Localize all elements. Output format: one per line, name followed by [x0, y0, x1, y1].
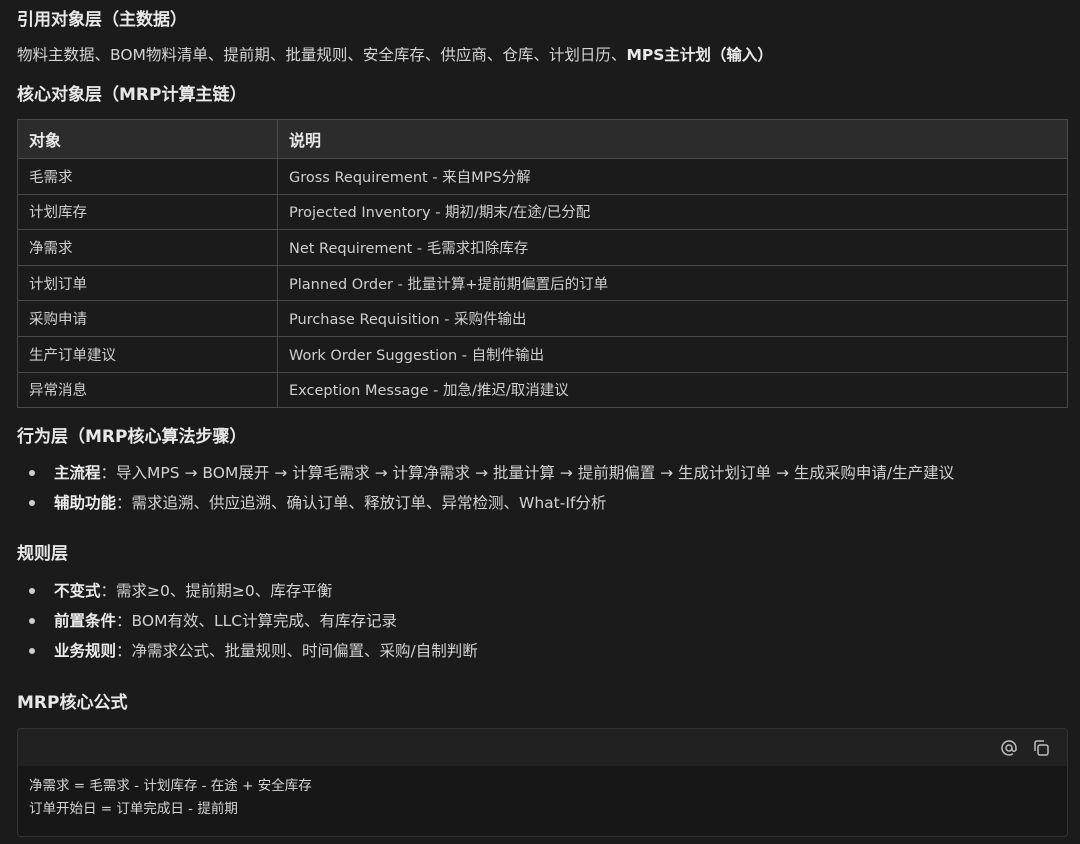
page: 引用对象层（主数据） 物料主数据、BOM物料清单、提前期、批量规则、安全库存、供… — [0, 0, 1080, 844]
section-title-formula: MRP核心公式 — [17, 693, 128, 713]
list-item: 不变式：需求≥0、提前期≥0、库存平衡 — [17, 576, 478, 606]
table-cell-object: 净需求 — [17, 229, 278, 266]
table-cell-description: Purchase Requisition - 采购件输出 — [277, 300, 1068, 337]
list-item-text: ：净需求公式、批量规则、时间偏置、采购/自制判断 — [116, 642, 478, 660]
core-objects-table: 对象 说明 毛需求 Gross Requirement - 来自MPS分解 计划库… — [17, 119, 1068, 409]
table-row: 生产订单建议 Work Order Suggestion - 自制件输出 — [17, 335, 1068, 373]
table-cell-object: 毛需求 — [17, 158, 278, 195]
list-item-label: 业务规则 — [54, 642, 117, 660]
list-item-label: 不变式 — [54, 582, 101, 600]
rules-list: 不变式：需求≥0、提前期≥0、库存平衡 前置条件：BOM有效、LLC计算完成、有… — [17, 576, 478, 666]
section-title-rules: 规则层 — [17, 544, 68, 564]
code-body: 净需求 = 毛需求 - 计划库存 - 在途 + 安全库存 订单开始日 = 订单完成… — [18, 766, 1067, 836]
table-cell-description: Net Requirement - 毛需求扣除库存 — [277, 229, 1068, 266]
table-header-row: 对象 说明 — [17, 119, 1068, 159]
reference-items-bold: MPS主计划（输入） — [626, 46, 773, 64]
table-row: 计划库存 Projected Inventory - 期初/期末/在途/已分配 — [17, 193, 1068, 231]
table-cell-object: 计划库存 — [17, 193, 278, 231]
copy-icon[interactable] — [1032, 739, 1050, 757]
list-item: 业务规则：净需求公式、批量规则、时间偏置、采购/自制判断 — [17, 636, 478, 666]
section-title-behavior: 行为层（MRP核心算法步骤） — [17, 427, 247, 447]
table-cell-object: 生产订单建议 — [17, 335, 278, 373]
section-title-core: 核心对象层（MRP计算主链） — [17, 85, 247, 105]
table-cell-description: Work Order Suggestion - 自制件输出 — [277, 335, 1068, 373]
at-icon[interactable] — [1000, 739, 1018, 757]
list-item-text: ：需求≥0、提前期≥0、库存平衡 — [100, 582, 333, 600]
table-cell-object: 异常消息 — [17, 371, 278, 409]
code-toolbar — [18, 729, 1067, 766]
table-header-object: 对象 — [17, 119, 278, 159]
table-header-description: 说明 — [277, 119, 1068, 159]
table-cell-description: Planned Order - 批量计算+提前期偏置后的订单 — [277, 264, 1068, 302]
list-item-text: ：导入MPS → BOM展开 → 计算毛需求 → 计算净需求 → 批量计算 → … — [100, 464, 955, 482]
section-title-reference: 引用对象层（主数据） — [17, 10, 187, 30]
table-row: 毛需求 Gross Requirement - 来自MPS分解 — [17, 158, 1068, 195]
list-item: 主流程：导入MPS → BOM展开 → 计算毛需求 → 计算净需求 → 批量计算… — [17, 458, 954, 488]
table-row: 异常消息 Exception Message - 加急/推迟/取消建议 — [17, 371, 1068, 409]
table-cell-object: 计划订单 — [17, 264, 278, 302]
reference-items: 物料主数据、BOM物料清单、提前期、批量规则、安全库存、供应商、仓库、计划日历、… — [17, 44, 773, 66]
table-cell-object: 采购申请 — [17, 300, 278, 337]
table-cell-description: Exception Message - 加急/推迟/取消建议 — [277, 371, 1068, 409]
code-block: 净需求 = 毛需求 - 计划库存 - 在途 + 安全库存 订单开始日 = 订单完成… — [17, 728, 1068, 837]
list-item: 辅助功能：需求追溯、供应追溯、确认订单、释放订单、异常检测、What-If分析 — [17, 488, 954, 518]
behavior-list: 主流程：导入MPS → BOM展开 → 计算毛需求 → 计算净需求 → 批量计算… — [17, 458, 954, 518]
list-item: 前置条件：BOM有效、LLC计算完成、有库存记录 — [17, 606, 478, 636]
table-cell-description: Gross Requirement - 来自MPS分解 — [277, 158, 1068, 195]
table-row: 采购申请 Purchase Requisition - 采购件输出 — [17, 300, 1068, 337]
list-item-label: 前置条件 — [54, 612, 117, 630]
reference-items-text: 物料主数据、BOM物料清单、提前期、批量规则、安全库存、供应商、仓库、计划日历、 — [17, 46, 627, 64]
code-line: 订单开始日 = 订单完成日 - 提前期 — [29, 801, 238, 817]
code-line: 净需求 = 毛需求 - 计划库存 - 在途 + 安全库存 — [29, 778, 312, 794]
list-item-label: 辅助功能 — [54, 494, 117, 512]
list-item-text: ：需求追溯、供应追溯、确认订单、释放订单、异常检测、What-If分析 — [116, 494, 607, 512]
table-row: 净需求 Net Requirement - 毛需求扣除库存 — [17, 229, 1068, 266]
list-item-text: ：BOM有效、LLC计算完成、有库存记录 — [116, 612, 398, 630]
table-row: 计划订单 Planned Order - 批量计算+提前期偏置后的订单 — [17, 264, 1068, 302]
table-cell-description: Projected Inventory - 期初/期末/在途/已分配 — [277, 193, 1068, 231]
list-item-label: 主流程 — [54, 464, 101, 482]
